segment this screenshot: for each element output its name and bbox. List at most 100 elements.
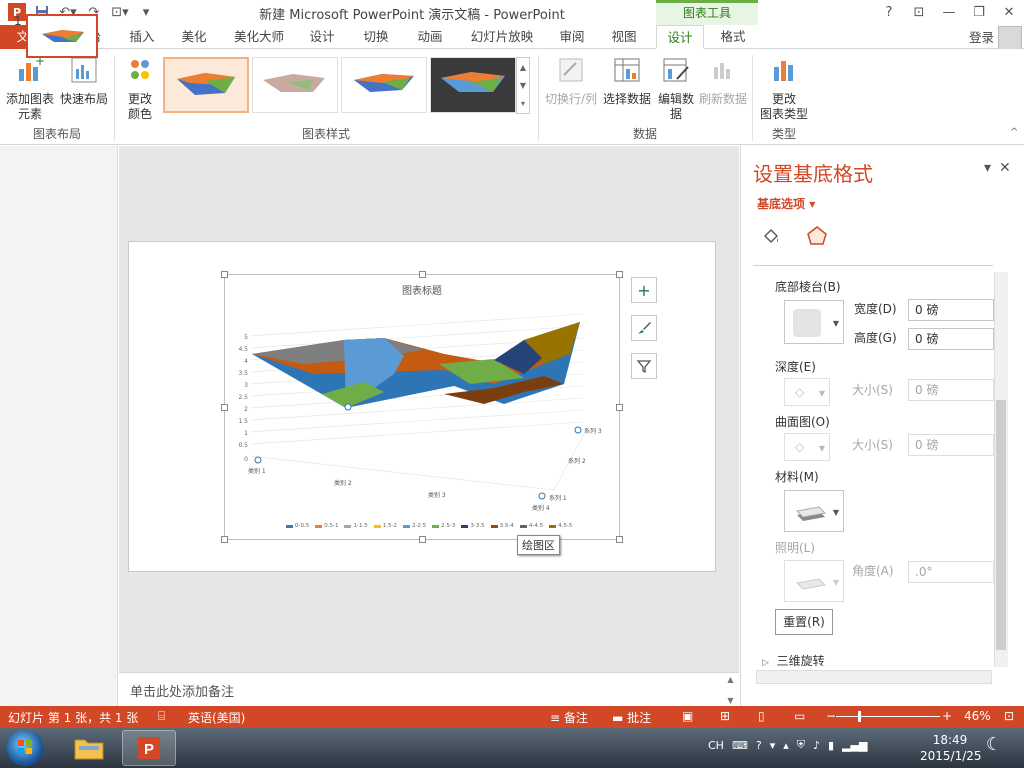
chart-filters-button[interactable]: [631, 353, 657, 379]
chart-style-3[interactable]: [341, 57, 427, 113]
chart-styles-button[interactable]: [631, 315, 657, 341]
legend-item[interactable]: 4.5-5: [549, 523, 572, 529]
start-button[interactable]: [6, 730, 44, 766]
tab-chart-format[interactable]: 格式: [710, 25, 756, 49]
input-language[interactable]: CH: [708, 739, 724, 752]
angle-input[interactable]: .0°: [908, 561, 994, 583]
contour-color-dropdown[interactable]: ◇ ▼: [784, 433, 830, 461]
fit-slide-icon[interactable]: ⊡: [1004, 709, 1014, 723]
gallery-up-icon[interactable]: ▲: [520, 63, 526, 72]
restore-button[interactable]: ❐: [964, 0, 994, 24]
edit-data-button[interactable]: 编辑数 据: [654, 55, 698, 122]
depth-size-input[interactable]: 0 磅: [908, 379, 994, 401]
change-chart-type-button[interactable]: 更改 图表类型: [756, 55, 812, 122]
scroll-down-icon[interactable]: ▼: [727, 696, 733, 705]
tab-slideshow[interactable]: 幻灯片放映: [462, 25, 542, 49]
tab-insert[interactable]: 插入: [120, 25, 164, 49]
zoom-slider[interactable]: [836, 716, 940, 717]
slideshow-view-icon[interactable]: ▭: [794, 709, 805, 723]
slide-sorter-icon[interactable]: ⊞: [720, 709, 730, 723]
legend-item[interactable]: 3-3.5: [461, 523, 485, 529]
select-data-button[interactable]: 选择数据: [602, 55, 652, 107]
minimize-button[interactable]: —: [934, 0, 964, 24]
legend-item[interactable]: 3.5-4: [490, 523, 514, 529]
gallery-more-icon[interactable]: ▾: [521, 99, 525, 108]
legend-item[interactable]: 0-0.5: [286, 523, 309, 529]
reset-button[interactable]: 重置(R): [775, 609, 833, 635]
gallery-down-icon[interactable]: ▼: [520, 81, 526, 90]
pane-scroll-thumb[interactable]: [996, 400, 1006, 650]
tab-beautify-master[interactable]: 美化大师: [226, 25, 292, 49]
contour-size-input[interactable]: 0 磅: [908, 434, 994, 456]
chart-elements-button[interactable]: +: [631, 277, 657, 303]
notes-toggle-button[interactable]: ≡ 备注: [550, 709, 588, 726]
switch-row-column-button[interactable]: 切换行/列: [542, 55, 600, 107]
pane-options-icon[interactable]: ▾: [984, 160, 991, 176]
chart-style-2[interactable]: [252, 57, 338, 113]
collapse-ribbon-icon[interactable]: ^: [1010, 127, 1018, 138]
close-button[interactable]: ✕: [994, 0, 1024, 24]
tab-review[interactable]: 审阅: [550, 25, 594, 49]
volume-icon[interactable]: ♪: [813, 739, 820, 752]
spellcheck-icon[interactable]: ⌸: [158, 709, 165, 724]
keyboard-icon[interactable]: ⌨: [732, 739, 748, 752]
slide-count-status[interactable]: 幻灯片 第 1 张，共 1 张: [8, 709, 138, 726]
height-input[interactable]: 0 磅: [908, 328, 994, 350]
ribbon-display-button[interactable]: ⊡: [904, 0, 934, 24]
legend-item[interactable]: 2-2.5: [402, 523, 426, 529]
user-avatar[interactable]: [998, 26, 1022, 50]
chart-style-1[interactable]: [163, 57, 249, 113]
normal-view-icon[interactable]: ▣: [682, 709, 693, 723]
battery-icon[interactable]: ▮: [828, 739, 834, 752]
taskbar-file-explorer[interactable]: [62, 730, 116, 766]
tray-chevron-down-icon[interactable]: ▾: [770, 739, 776, 752]
tab-design[interactable]: 设计: [300, 25, 344, 49]
pane-horizontal-scrollbar[interactable]: [756, 670, 992, 684]
tab-chart-design[interactable]: 设计: [656, 25, 704, 49]
zoom-slider-knob[interactable]: [858, 711, 861, 722]
help-tray-icon[interactable]: ?: [756, 739, 762, 752]
legend-item[interactable]: 0.5-1: [315, 523, 338, 529]
scroll-up-icon[interactable]: ▲: [727, 675, 733, 684]
lighting-dropdown[interactable]: ▼: [784, 560, 844, 602]
change-colors-button[interactable]: 更改 颜色: [118, 55, 162, 122]
notes-scrollbar[interactable]: ▲ ▼: [724, 675, 737, 705]
tray-chevron-up-icon[interactable]: ▴: [783, 739, 789, 752]
add-chart-element-button[interactable]: + 添加图表 元素: [4, 54, 56, 122]
bevel-bottom-dropdown[interactable]: ▼: [784, 300, 844, 344]
fill-line-tab[interactable]: [756, 222, 786, 252]
legend-item[interactable]: 1.5-2: [373, 523, 397, 529]
floor-options-dropdown[interactable]: 基底选项 ▾: [757, 195, 815, 212]
network-icon[interactable]: ▂▄▆: [842, 739, 867, 752]
chart-style-4[interactable]: [430, 57, 516, 113]
tab-transitions[interactable]: 切换: [354, 25, 398, 49]
3d-rotation-section[interactable]: ▷ 三维旋转: [762, 652, 825, 669]
slide-thumbnail[interactable]: [26, 14, 98, 58]
legend-item[interactable]: 4-4.5: [519, 523, 543, 529]
reading-view-icon[interactable]: ▯: [758, 709, 765, 723]
shield-icon[interactable]: ⛨: [797, 738, 805, 752]
zoom-level[interactable]: 46%: [964, 709, 991, 723]
moon-icon[interactable]: ☾: [982, 734, 1006, 762]
effects-tab[interactable]: [802, 222, 832, 252]
notes-placeholder[interactable]: 单击此处添加备注: [130, 681, 234, 700]
clock[interactable]: 18:49 2015/1/25: [920, 732, 982, 764]
legend-item[interactable]: 2.5-3: [432, 523, 455, 529]
quick-layout-button[interactable]: 快速布局: [58, 55, 110, 107]
login-link[interactable]: 登录: [969, 27, 994, 46]
width-input[interactable]: 0 磅: [908, 299, 994, 321]
tab-view[interactable]: 视图: [602, 25, 646, 49]
depth-color-dropdown[interactable]: ◇ ▼: [784, 378, 830, 406]
gallery-scrollbar[interactable]: ▲ ▼ ▾: [516, 57, 530, 114]
legend-item[interactable]: 1-1.5: [344, 523, 368, 529]
zoom-out-icon[interactable]: −: [826, 709, 836, 723]
tab-beautify[interactable]: 美化: [172, 25, 216, 49]
refresh-data-button[interactable]: 刷新数据: [698, 55, 748, 107]
material-dropdown[interactable]: ▼: [784, 490, 844, 532]
help-button[interactable]: ?: [874, 0, 904, 24]
pane-close-icon[interactable]: ✕: [999, 160, 1011, 176]
comments-toggle-button[interactable]: ▬ 批注: [612, 709, 651, 726]
zoom-in-icon[interactable]: +: [942, 709, 952, 723]
taskbar-powerpoint[interactable]: P: [122, 730, 176, 766]
tab-animations[interactable]: 动画: [408, 25, 452, 49]
